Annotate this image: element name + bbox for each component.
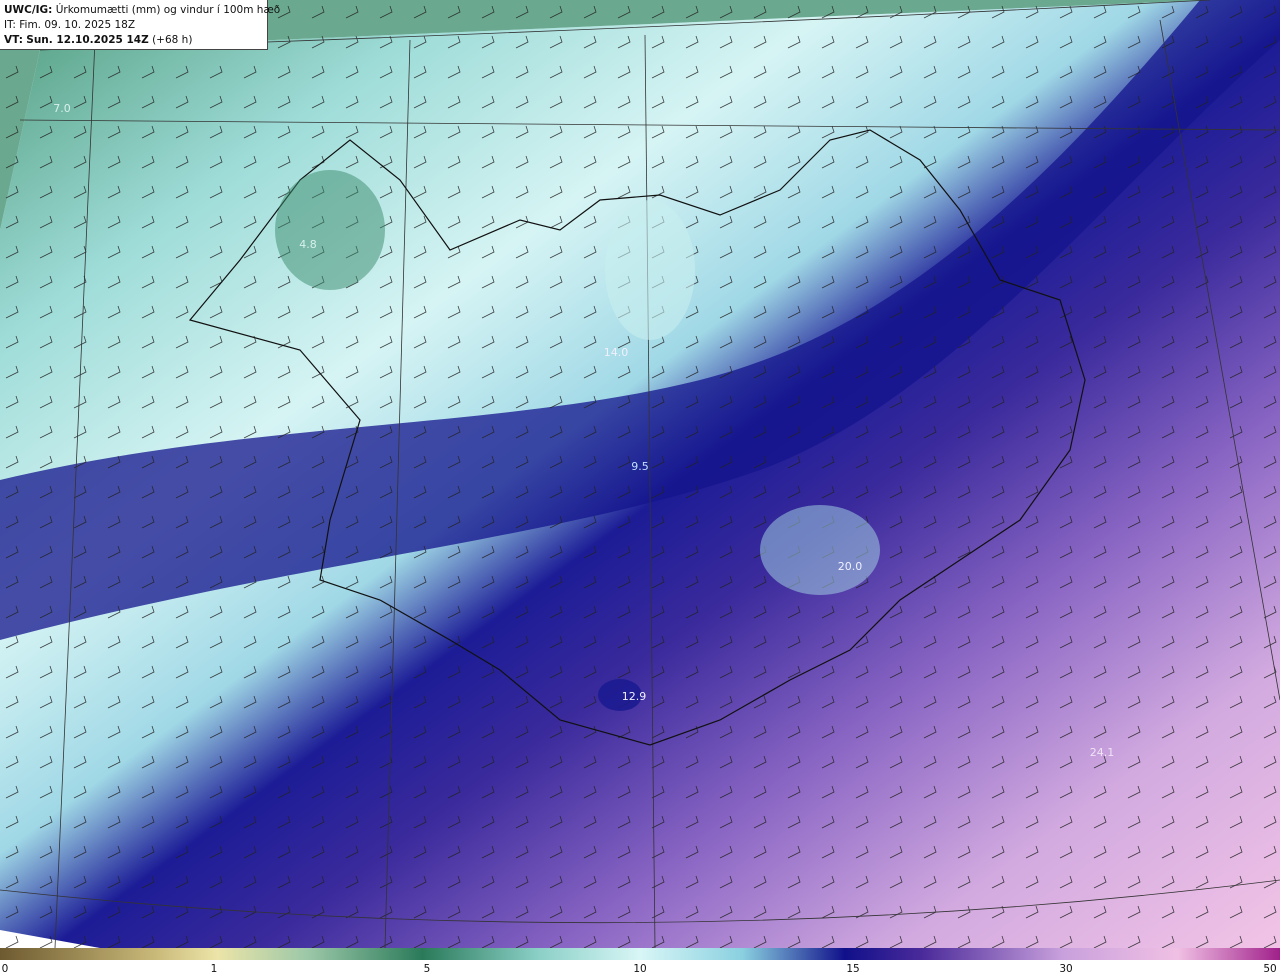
map-value-label: 14.0 [604, 346, 629, 359]
map-value-label: 20.0 [838, 560, 863, 573]
valid-time: Sun. 12.10.2025 14Z [26, 34, 149, 46]
map-value-label: 7.0 [53, 102, 71, 115]
colorbar-tick: 10 [633, 963, 647, 975]
colorbar-tick: 0 [1, 963, 9, 975]
product-description: Úrkomumætti (mm) og vindur í 100m hæð [55, 4, 281, 16]
map-value-label: 12.9 [622, 690, 647, 703]
map-value-label: 4.8 [299, 238, 317, 251]
colorbar-tick: 50 [1263, 963, 1277, 975]
precipitation-wind-map: 7.0 4.8 14.0 12.9 24.1 20.0 9.5 [0, 0, 1280, 948]
colorbar-tick: 1 [210, 963, 218, 975]
product-label: UWC/IG: [4, 4, 53, 16]
it-label: IT: [4, 19, 16, 31]
colorbar-tick: 15 [846, 963, 860, 975]
colorbar-tick: 5 [423, 963, 431, 975]
map-value-label: 9.5 [631, 460, 649, 473]
forecast-offset: (+68 h) [152, 34, 193, 46]
map-header: UWC/IG: Úrkomumætti (mm) og vindur í 100… [0, 0, 280, 50]
initial-time: Fim. 09. 10. 2025 18Z [19, 19, 136, 31]
map-value-label: 24.1 [1090, 746, 1115, 759]
vt-label: VT: [4, 34, 23, 46]
colorbar-tick: 30 [1059, 963, 1073, 975]
